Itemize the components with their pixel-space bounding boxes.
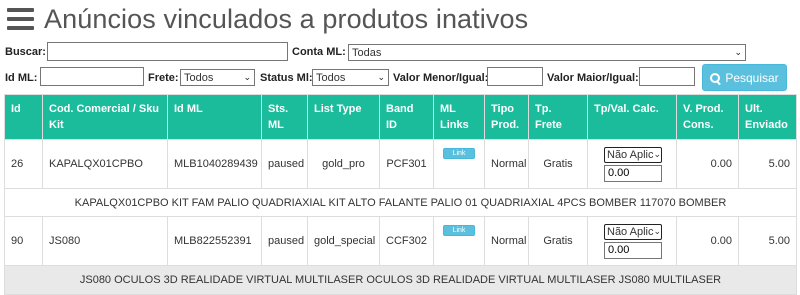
cell-status: paused bbox=[261, 216, 308, 266]
cell-band-id: PCF301 bbox=[379, 139, 434, 189]
chevron-down-icon: ⌄ bbox=[734, 47, 742, 57]
frete-select[interactable]: Todos ⌄ bbox=[180, 69, 255, 86]
cell-sku: JS080 bbox=[42, 216, 168, 266]
cell-status: paused bbox=[261, 139, 308, 189]
description-row: JS080 OCULOS 3D REALIDADE VIRTUAL MULTIL… bbox=[4, 265, 797, 295]
calc-select-value: Não Aplic bbox=[607, 225, 654, 238]
buscar-input[interactable] bbox=[47, 42, 288, 61]
cell-calc: Não Aplic ⌄ bbox=[587, 139, 677, 189]
table-row: 90 JS080 MLB822552391 paused gold_specia… bbox=[4, 216, 797, 266]
col-calc[interactable]: Tp/Val. Calc. bbox=[587, 94, 677, 140]
frete-label: Frete: bbox=[148, 72, 179, 84]
cell-tipo: Normal bbox=[484, 216, 529, 266]
col-tipo-prod[interactable]: Tipo Prod. bbox=[484, 94, 529, 140]
status-select[interactable]: Todos ⌄ bbox=[312, 69, 389, 86]
cell-calc: Não Aplic ⌄ bbox=[587, 216, 677, 266]
chevron-down-icon: ⌄ bbox=[653, 149, 662, 159]
cell-ult-enviado: 5.00 bbox=[738, 139, 797, 189]
col-id[interactable]: Id bbox=[4, 94, 43, 140]
conta-ml-select[interactable]: Todas ⌄ bbox=[348, 44, 746, 61]
status-label: Status Ml: bbox=[260, 72, 313, 84]
valor-maior-input[interactable] bbox=[639, 67, 695, 86]
chevron-down-icon: ⌄ bbox=[243, 72, 251, 82]
cell-sku: KAPALQX01CPBO bbox=[42, 139, 168, 189]
row-description: JS080 OCULOS 3D REALIDADE VIRTUAL MULTIL… bbox=[4, 265, 797, 295]
calc-value-input[interactable] bbox=[604, 241, 662, 259]
col-v-prod[interactable]: V. Prod. Cons. bbox=[676, 94, 739, 140]
cell-ml-link: Link bbox=[433, 139, 485, 189]
cell-id: 26 bbox=[4, 139, 43, 189]
search-button[interactable]: Pesquisar bbox=[702, 64, 787, 91]
conta-ml-label: Conta ML: bbox=[292, 46, 346, 58]
table-header-row: Id Cod. Comercial / Sku Kit Id ML Sts. M… bbox=[4, 94, 797, 140]
hamburger-icon[interactable] bbox=[7, 8, 34, 30]
cell-list-type: gold_special bbox=[307, 216, 380, 266]
cell-ult-enviado: 5.00 bbox=[738, 216, 797, 266]
cell-idml: MLB822552391 bbox=[167, 216, 262, 266]
cell-idml: MLB1040289439 bbox=[167, 139, 262, 189]
description-row: KAPALQX01CPBO KIT FAM PALIO QUADRIAXIAL … bbox=[4, 188, 797, 217]
buscar-label: Buscar: bbox=[5, 46, 46, 58]
col-status[interactable]: Sts. ML bbox=[261, 94, 308, 140]
cell-v-prod: 0.00 bbox=[676, 216, 739, 266]
row-description: KAPALQX01CPBO KIT FAM PALIO QUADRIAXIAL … bbox=[4, 188, 797, 217]
valor-menor-label: Valor Menor/Igual: bbox=[393, 72, 489, 84]
calc-select[interactable]: Não Aplic ⌄ bbox=[604, 223, 662, 240]
ads-table: Id Cod. Comercial / Sku Kit Id ML Sts. M… bbox=[4, 94, 797, 295]
cell-tipo: Normal bbox=[484, 139, 529, 189]
cell-ml-link: Link bbox=[433, 216, 485, 266]
col-band-id[interactable]: Band ID bbox=[379, 94, 434, 140]
ml-link-button[interactable]: Link bbox=[442, 225, 476, 236]
cell-band-id: CCF302 bbox=[379, 216, 434, 266]
cell-frete: Gratis bbox=[528, 139, 588, 189]
search-button-label: Pesquisar bbox=[725, 70, 779, 85]
chevron-down-icon: ⌄ bbox=[653, 226, 662, 236]
frete-value: Todos bbox=[184, 71, 214, 84]
cell-list-type: gold_pro bbox=[307, 139, 380, 189]
col-ml-links[interactable]: ML Links bbox=[433, 94, 485, 140]
page-title: Anúncios vinculados a produtos inativos bbox=[44, 3, 529, 34]
valor-maior-label: Valor Maior/Igual: bbox=[547, 72, 639, 84]
ml-link-button[interactable]: Link bbox=[442, 148, 476, 159]
search-icon bbox=[710, 72, 721, 83]
calc-value-input[interactable] bbox=[604, 164, 662, 182]
conta-ml-value: Todas bbox=[352, 46, 382, 59]
cell-frete: Gratis bbox=[528, 216, 588, 266]
calc-select-value: Não Aplic bbox=[607, 148, 654, 161]
cell-id: 90 bbox=[4, 216, 43, 266]
calc-select[interactable]: Não Aplic ⌄ bbox=[604, 146, 662, 163]
status-value: Todos bbox=[316, 71, 346, 84]
col-tp-frete[interactable]: Tp. Frete bbox=[528, 94, 588, 140]
cell-v-prod: 0.00 bbox=[676, 139, 739, 189]
page-header: Anúncios vinculados a produtos inativos bbox=[7, 3, 528, 35]
idml-input[interactable] bbox=[40, 67, 144, 86]
col-list-type[interactable]: List Type bbox=[307, 94, 380, 140]
idml-label: Id ML: bbox=[5, 72, 38, 84]
col-sku[interactable]: Cod. Comercial / Sku Kit bbox=[42, 94, 168, 140]
valor-menor-input[interactable] bbox=[487, 67, 543, 86]
col-idml[interactable]: Id ML bbox=[167, 94, 262, 140]
table-row: 26 KAPALQX01CPBO MLB1040289439 paused go… bbox=[4, 139, 797, 189]
chevron-down-icon: ⌄ bbox=[377, 72, 385, 82]
col-ult-enviado[interactable]: Ult. Enviado bbox=[738, 94, 797, 140]
